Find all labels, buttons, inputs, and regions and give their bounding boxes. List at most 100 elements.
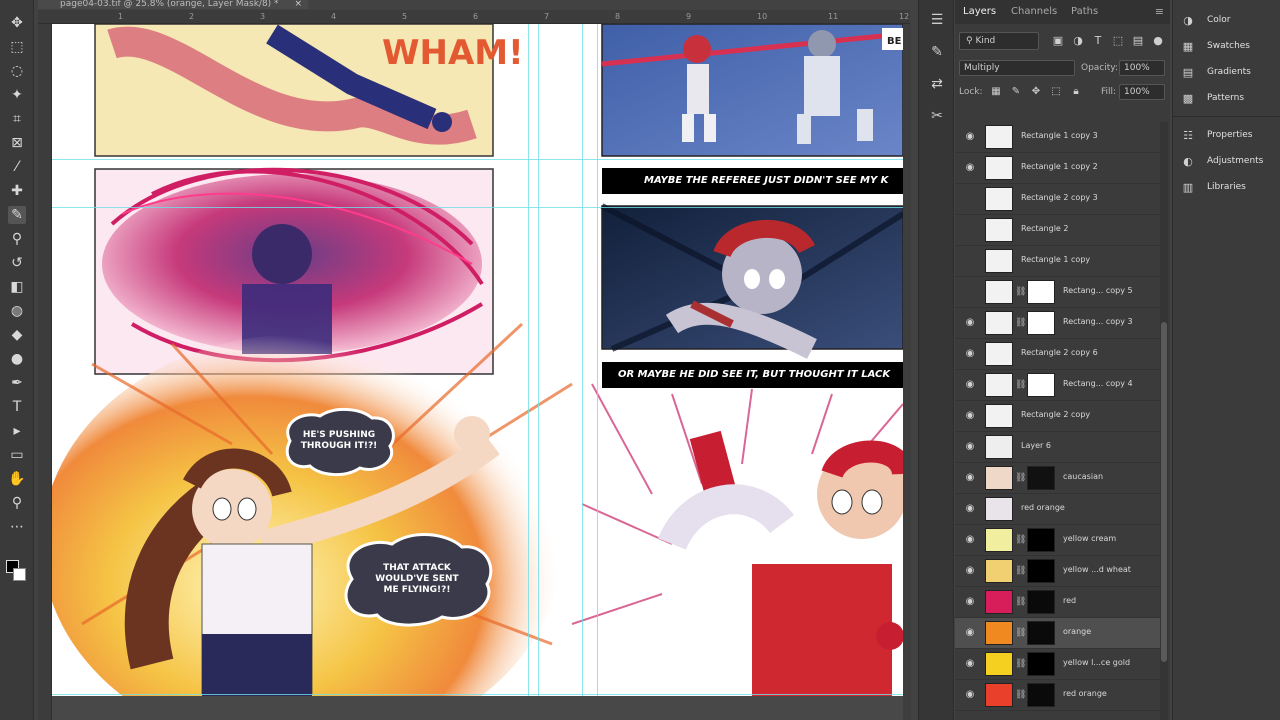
layer-thumbnail[interactable] <box>985 342 1013 366</box>
mask-link-icon[interactable]: ⛓ <box>1015 626 1026 640</box>
panel-button-gradients[interactable]: ▤ Gradients <box>1181 64 1280 82</box>
background-color-swatch[interactable] <box>13 568 26 581</box>
visibility-eye-icon[interactable]: ◉ <box>963 410 977 422</box>
guide-horizontal[interactable] <box>52 159 903 160</box>
layer-row[interactable]: Rectangle 1 copy <box>955 246 1160 277</box>
layers-scrollbar-thumb[interactable] <box>1161 322 1167 662</box>
adjustment-filter-icon[interactable]: ◑ <box>1071 34 1085 48</box>
mask-link-icon[interactable]: ⛓ <box>1015 378 1026 392</box>
layer-thumbnail[interactable] <box>985 559 1013 583</box>
panel-button-adjustments[interactable]: ◐ Adjustments <box>1181 153 1280 171</box>
visibility-eye-icon[interactable]: ◉ <box>963 348 977 360</box>
visibility-eye-icon[interactable]: ◉ <box>963 689 977 701</box>
mask-link-icon[interactable]: ⛓ <box>1015 657 1026 671</box>
guide-vertical[interactable] <box>528 24 529 696</box>
visibility-eye-icon[interactable] <box>963 224 977 236</box>
visibility-eye-icon[interactable]: ◉ <box>963 131 977 143</box>
filter-kind-select[interactable]: ⚲ Kind <box>959 32 1039 50</box>
layer-mask-thumbnail[interactable] <box>1027 466 1055 490</box>
tab-layers[interactable]: Layers <box>963 6 996 17</box>
horizontal-ruler[interactable]: 12345678910111213 <box>38 10 980 24</box>
layer-row[interactable]: ◉ ⛓ yellow l...ce gold <box>955 649 1160 680</box>
tab-paths[interactable]: Paths <box>1071 6 1098 17</box>
guide-vertical[interactable] <box>538 24 539 696</box>
adjust-icon[interactable]: ⇄ <box>927 74 947 94</box>
layer-row[interactable]: ◉ Rectangle 2 copy <box>955 401 1160 432</box>
lock-artboard-icon[interactable]: ⬚ <box>1049 85 1063 99</box>
layer-thumbnail[interactable] <box>985 528 1013 552</box>
mask-link-icon[interactable]: ⛓ <box>1015 316 1026 330</box>
healing-brush-icon[interactable]: ✚ <box>8 182 26 200</box>
lock-position-icon[interactable]: ✥ <box>1029 85 1043 99</box>
brush-settings-icon[interactable]: ✎ <box>927 42 947 62</box>
document-tab[interactable]: page04-03.tif @ 25.8% (orange, Layer Mas… <box>38 0 308 9</box>
layer-row[interactable]: ◉ Rectangle 1 copy 3 <box>955 122 1160 153</box>
layer-mask-thumbnail[interactable] <box>1027 621 1055 645</box>
lock-image-icon[interactable]: ✎ <box>1009 85 1023 99</box>
layer-thumbnail[interactable] <box>985 249 1013 273</box>
layer-row[interactable]: ◉ Layer 6 <box>955 432 1160 463</box>
layer-thumbnail[interactable] <box>985 218 1013 242</box>
lock-all-icon[interactable]: 🔒︎ <box>1069 85 1083 99</box>
layer-row[interactable]: ◉ ⛓ orange <box>955 618 1160 649</box>
guide-horizontal[interactable] <box>52 207 903 208</box>
clone-stamp-icon[interactable]: ⚲ <box>8 230 26 248</box>
layer-row[interactable]: ◉ Rectangle 2 copy 6 <box>955 339 1160 370</box>
layer-row[interactable]: ◉ Rectangle 1 copy 2 <box>955 153 1160 184</box>
layer-thumbnail[interactable] <box>985 652 1013 676</box>
layer-row[interactable]: ◉ ⛓ yellow cream <box>955 525 1160 556</box>
visibility-eye-icon[interactable]: ◉ <box>963 565 977 577</box>
layer-thumbnail[interactable] <box>985 683 1013 707</box>
layer-row[interactable]: Rectangle 2 <box>955 215 1160 246</box>
eyedropper-tool-icon[interactable]: ⁄ <box>8 158 26 176</box>
close-tab-icon[interactable]: × <box>294 0 302 9</box>
layer-thumbnail[interactable] <box>985 156 1013 180</box>
eraser-tool-icon[interactable]: ◧ <box>8 278 26 296</box>
history-brush-icon[interactable]: ↺ <box>8 254 26 272</box>
layer-thumbnail[interactable] <box>985 621 1013 645</box>
zoom-tool-icon[interactable]: ⚲ <box>8 494 26 512</box>
blend-mode-select[interactable]: Multiply <box>959 60 1075 76</box>
visibility-eye-icon[interactable]: ◉ <box>963 162 977 174</box>
fill-input[interactable]: 100% <box>1119 84 1165 100</box>
layer-row[interactable]: ◉ ⛓ red <box>955 587 1160 618</box>
rectangle-tool-icon[interactable]: ▭ <box>8 446 26 464</box>
smart-object-filter-icon[interactable]: ▤ <box>1131 34 1145 48</box>
layer-mask-thumbnail[interactable] <box>1027 590 1055 614</box>
pixel-filter-icon[interactable]: ▣ <box>1051 34 1065 48</box>
layer-row[interactable]: ◉ red orange <box>955 494 1160 525</box>
crop-tool-icon[interactable]: ⌗ <box>8 110 26 128</box>
layer-row[interactable]: Rectangle 2 copy 3 <box>955 184 1160 215</box>
panel-button-swatches[interactable]: ▦ Swatches <box>1181 38 1280 56</box>
panel-button-patterns[interactable]: ▩ Patterns <box>1181 90 1280 108</box>
type-tool-icon[interactable]: T <box>8 398 26 416</box>
layer-mask-thumbnail[interactable] <box>1027 280 1055 304</box>
visibility-eye-icon[interactable]: ◉ <box>963 503 977 515</box>
layer-mask-thumbnail[interactable] <box>1027 373 1055 397</box>
layer-row[interactable]: ⛓ Rectang... copy 5 <box>955 277 1160 308</box>
hand-tool-icon[interactable]: ✋ <box>8 470 26 488</box>
layer-row[interactable]: ◉ ⛓ yellow ...d wheat <box>955 556 1160 587</box>
layer-thumbnail[interactable] <box>985 590 1013 614</box>
visibility-eye-icon[interactable]: ◉ <box>963 379 977 391</box>
filter-toggle-icon[interactable]: ● <box>1151 34 1165 48</box>
panel-button-libraries[interactable]: ▥ Libraries <box>1181 179 1280 197</box>
frame-tool-icon[interactable]: ⊠ <box>8 134 26 152</box>
layer-thumbnail[interactable] <box>985 497 1013 521</box>
layer-row[interactable]: ◉ ⛓ Rectang... copy 4 <box>955 370 1160 401</box>
mask-link-icon[interactable]: ⛓ <box>1015 471 1026 485</box>
marquee-tool-icon[interactable]: ⬚ <box>8 38 26 56</box>
guide-vertical[interactable] <box>597 24 598 696</box>
visibility-eye-icon[interactable]: ◉ <box>963 596 977 608</box>
layer-mask-thumbnail[interactable] <box>1027 528 1055 552</box>
mask-link-icon[interactable]: ⛓ <box>1015 533 1026 547</box>
visibility-eye-icon[interactable]: ◉ <box>963 658 977 670</box>
mask-link-icon[interactable]: ⛓ <box>1015 688 1026 702</box>
layer-mask-thumbnail[interactable] <box>1027 311 1055 335</box>
layer-thumbnail[interactable] <box>985 466 1013 490</box>
layer-row[interactable]: ◉ ⛓ Rectang... copy 3 <box>955 308 1160 339</box>
visibility-eye-icon[interactable]: ◉ <box>963 627 977 639</box>
layer-row[interactable]: ◉ ⛓ caucasian <box>955 463 1160 494</box>
shape-filter-icon[interactable]: ⬚ <box>1111 34 1125 48</box>
opacity-input[interactable]: 100% <box>1119 60 1165 76</box>
